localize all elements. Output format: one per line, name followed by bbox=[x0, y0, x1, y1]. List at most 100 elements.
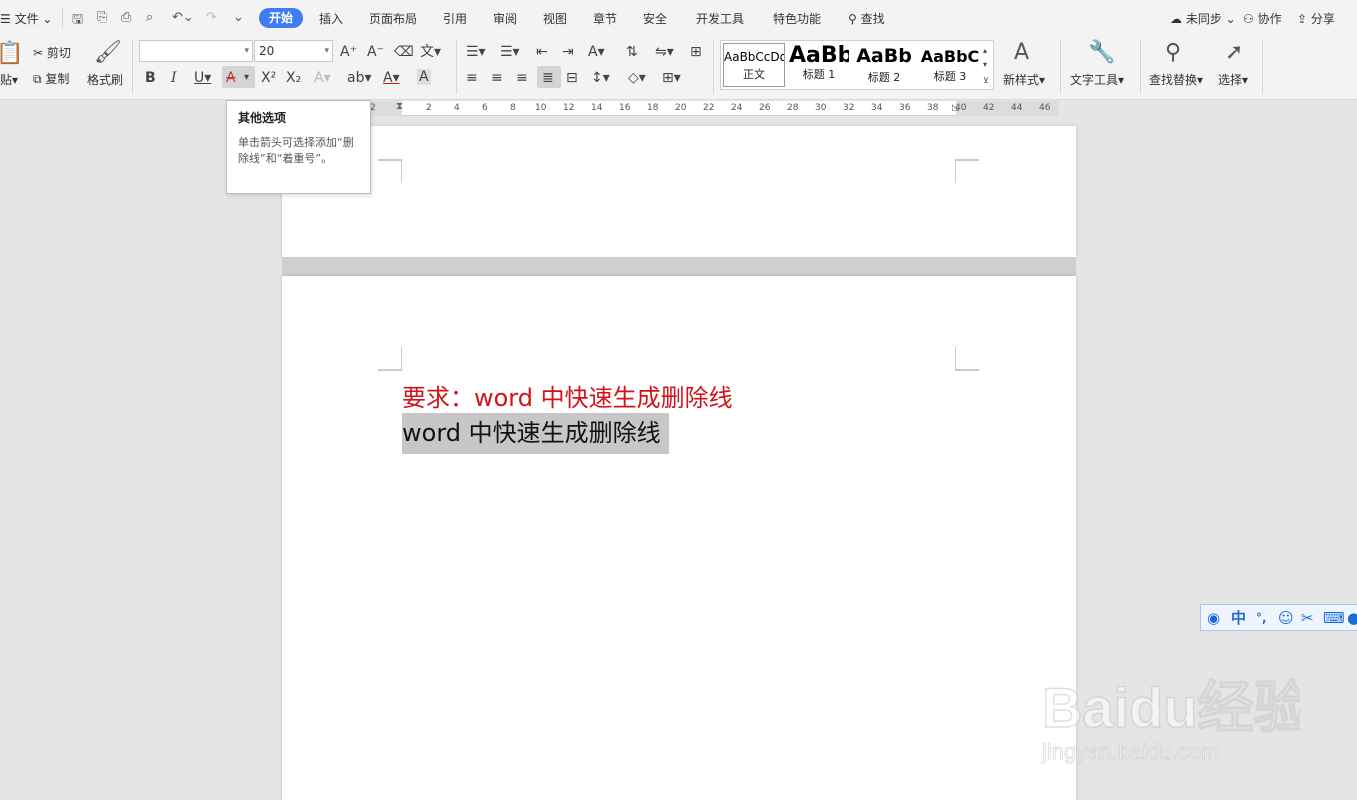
tooltip-title: 其他选项 bbox=[238, 111, 287, 125]
user-icon[interactable]: ● bbox=[1347, 609, 1357, 627]
ruler-tick: 22 bbox=[703, 103, 715, 113]
document-page[interactable] bbox=[282, 126, 1076, 257]
paste-button[interactable]: 贴▾ bbox=[0, 71, 18, 88]
tab-chapter[interactable]: 章节 bbox=[593, 10, 617, 27]
cut-button[interactable]: ✂ 剪切 bbox=[33, 44, 71, 61]
align-center-icon[interactable]: ≡ bbox=[491, 70, 503, 86]
copy-label: 复制 bbox=[45, 72, 70, 86]
select-button[interactable]: 选择▾ bbox=[1218, 71, 1248, 88]
font-color-icon[interactable]: A▾ bbox=[383, 70, 400, 86]
format-painter-icon[interactable]: 🖌 bbox=[94, 41, 122, 65]
shrink-font-icon[interactable]: A⁻ bbox=[367, 44, 384, 60]
align-left-icon[interactable]: ≡ bbox=[466, 70, 478, 86]
ime-logo-icon[interactable]: ◉ bbox=[1207, 609, 1220, 627]
bullet-list-icon[interactable]: ☰▾ bbox=[466, 44, 486, 60]
numbered-list-icon[interactable]: ☰▾ bbox=[500, 44, 520, 60]
print-preview-icon[interactable]: ⌕ bbox=[146, 10, 153, 25]
emoji-icon[interactable]: ☺ bbox=[1278, 609, 1294, 627]
underline-icon[interactable]: U▾ bbox=[194, 70, 211, 86]
selected-text[interactable]: word 中快速生成删除线 bbox=[402, 413, 669, 454]
search-label: 查找 bbox=[860, 12, 885, 26]
punctuation-icon[interactable]: °, bbox=[1256, 609, 1267, 627]
chevron-down-icon[interactable]: ▾ bbox=[244, 70, 249, 86]
file-menu[interactable]: ☰ 文件 ⌄ bbox=[0, 10, 52, 27]
justify-icon[interactable]: ≣ bbox=[542, 70, 554, 86]
tooltip-body: 单击箭头可选择添加“删除线”和“着重号”。 bbox=[238, 136, 354, 165]
tab-home[interactable]: 开始 bbox=[259, 8, 303, 28]
paste-icon[interactable]: 📋 bbox=[0, 42, 23, 66]
tab-page-layout[interactable]: 页面布局 bbox=[369, 10, 417, 27]
text-tools-button[interactable]: 文字工具▾ bbox=[1070, 71, 1124, 88]
bold-icon[interactable]: B bbox=[145, 70, 156, 86]
right-indent-marker-icon[interactable]: ◺ bbox=[952, 103, 959, 113]
indent-marker-icon[interactable]: ⧗ bbox=[396, 101, 403, 112]
new-style-icon[interactable]: A bbox=[1014, 41, 1029, 65]
style-name: 标题 1 bbox=[802, 68, 836, 81]
highlight-icon[interactable]: ab▾ bbox=[347, 70, 372, 86]
phonetic-guide-icon[interactable]: 文▾ bbox=[420, 44, 441, 60]
table-borders-icon[interactable]: ⊞ bbox=[690, 44, 702, 60]
scissors-icon: ✂ bbox=[33, 46, 44, 60]
style-heading-1[interactable]: AaBb 标题 1 bbox=[789, 43, 849, 87]
style-sample: AaBbCcDd bbox=[724, 50, 785, 64]
style-heading-3[interactable]: AaBbC 标题 3 bbox=[919, 43, 981, 87]
italic-icon[interactable]: I bbox=[171, 70, 177, 86]
wrench-icon[interactable]: 🔧 bbox=[1088, 41, 1115, 65]
subscript-icon[interactable]: X₂ bbox=[286, 70, 301, 86]
sync-status[interactable]: ☁ 未同步 ⌄ bbox=[1170, 10, 1236, 27]
distributed-icon[interactable]: ⊟ bbox=[566, 70, 578, 86]
tab-review[interactable]: 审阅 bbox=[493, 10, 517, 27]
line-spacing-icon[interactable]: ↕▾ bbox=[591, 70, 610, 86]
requirement-text[interactable]: 要求：word 中快速生成删除线 bbox=[402, 378, 733, 413]
tab-security[interactable]: 安全 bbox=[643, 10, 667, 27]
borders-icon[interactable]: ⊞▾ bbox=[662, 70, 681, 86]
ribbon: 📋 贴▾ ✂ 剪切 ⧉ 复制 🖌 格式刷 ▾ 20 ▾ A⁺ A⁻ ⌫ 文▾ B … bbox=[0, 36, 1357, 100]
char-shading-icon[interactable]: A bbox=[417, 69, 431, 85]
cursor-icon[interactable]: ➚ bbox=[1225, 41, 1243, 65]
align-right-icon[interactable]: ≡ bbox=[516, 70, 528, 86]
magnifier-icon[interactable]: ⚲ bbox=[1165, 41, 1181, 65]
divider bbox=[1140, 40, 1141, 94]
tab-developer[interactable]: 开发工具 bbox=[696, 10, 744, 27]
style-normal[interactable]: AaBbCcDd 正文 bbox=[723, 43, 785, 87]
sort-icon[interactable]: ⇅ bbox=[626, 44, 638, 60]
print-icon[interactable]: ⎙ bbox=[121, 10, 131, 25]
export-icon[interactable]: ⎘ bbox=[97, 10, 107, 25]
gallery-down-icon[interactable]: ▾ bbox=[983, 57, 987, 73]
margin-corner-mark bbox=[955, 347, 979, 371]
search-button[interactable]: ⚲ 查找 bbox=[848, 10, 885, 27]
decrease-indent-icon[interactable]: ⇤ bbox=[536, 44, 548, 60]
superscript-icon[interactable]: X² bbox=[261, 70, 276, 86]
scissors-icon[interactable]: ✂ bbox=[1301, 609, 1314, 627]
text-direction-icon[interactable]: A▾ bbox=[588, 44, 605, 60]
horizontal-ruler[interactable]: 2 2 4 6 8 10 12 14 16 18 20 22 24 26 28 … bbox=[368, 101, 1058, 116]
find-replace-button[interactable]: 查找替换▾ bbox=[1149, 71, 1203, 88]
grow-font-icon[interactable]: A⁺ bbox=[340, 44, 357, 60]
clear-format-icon[interactable]: ⌫ bbox=[394, 44, 414, 60]
increase-indent-icon[interactable]: ⇥ bbox=[562, 44, 574, 60]
show-marks-icon[interactable]: ⇋▾ bbox=[655, 44, 674, 60]
shading-icon[interactable]: ◇▾ bbox=[628, 70, 646, 86]
redo-icon[interactable]: ↷ bbox=[206, 10, 217, 25]
tab-insert[interactable]: 插入 bbox=[319, 10, 343, 27]
keyboard-icon[interactable]: ⌨ bbox=[1323, 609, 1345, 627]
collaborate-button[interactable]: ⚇ 协作 bbox=[1243, 10, 1282, 27]
format-painter-button[interactable]: 格式刷 bbox=[87, 71, 123, 88]
ruler-tick: 24 bbox=[731, 103, 743, 113]
tab-special-features[interactable]: 特色功能 bbox=[773, 10, 821, 27]
font-size-combo[interactable]: 20 ▾ bbox=[254, 40, 333, 62]
strikethrough-icon[interactable]: A bbox=[226, 70, 236, 86]
share-button[interactable]: ⇪ 分享 bbox=[1297, 10, 1335, 27]
style-heading-2[interactable]: AaBb 标题 2 bbox=[853, 43, 915, 87]
new-style-button[interactable]: 新样式▾ bbox=[1003, 71, 1045, 88]
undo-icon[interactable]: ↶⌄ bbox=[172, 10, 194, 25]
save-icon[interactable]: 🖫 bbox=[72, 10, 83, 32]
copy-button[interactable]: ⧉ 复制 bbox=[33, 70, 69, 87]
font-name-combo[interactable]: ▾ bbox=[139, 40, 253, 62]
tab-references[interactable]: 引用 bbox=[443, 10, 467, 27]
customize-toolbar-icon[interactable]: ⌄ bbox=[233, 10, 244, 25]
ime-mode-toggle[interactable]: 中 bbox=[1231, 609, 1246, 627]
gallery-more-icon[interactable]: ⊻ bbox=[983, 73, 989, 89]
tab-view[interactable]: 视图 bbox=[543, 10, 567, 27]
text-effect-icon[interactable]: A▾ bbox=[314, 70, 331, 86]
